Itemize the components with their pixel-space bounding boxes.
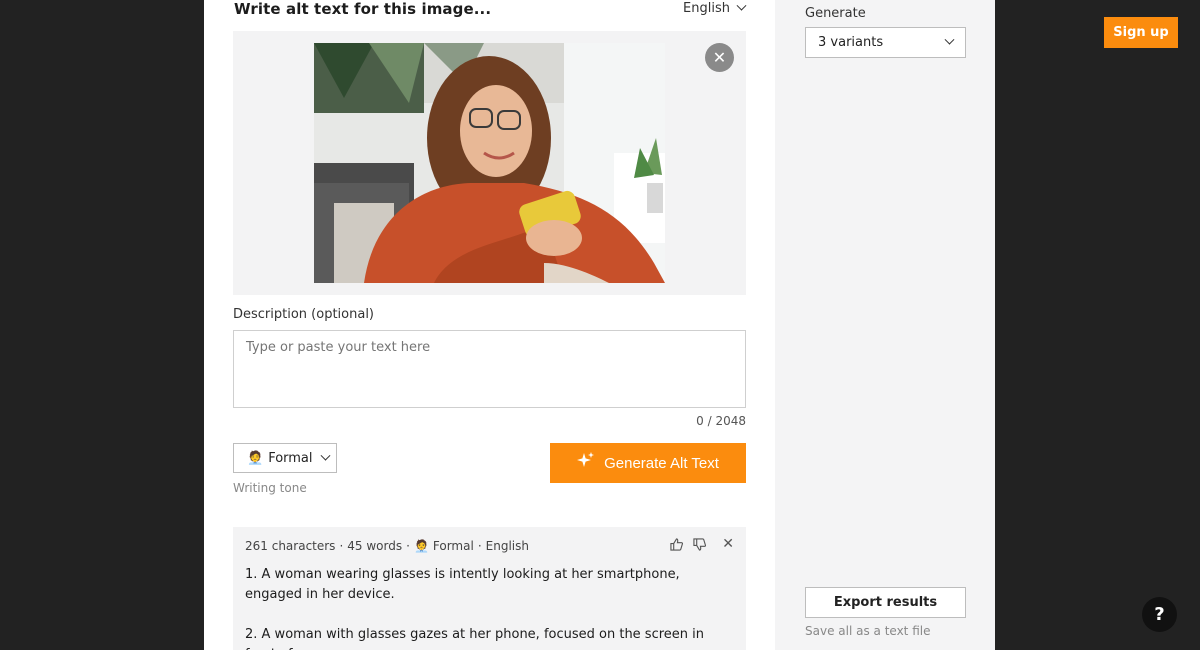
generate-button-label: Generate Alt Text <box>604 454 719 472</box>
chevron-down-icon <box>320 450 330 461</box>
separator-dot: · <box>477 539 482 553</box>
description-label: Description (optional) <box>233 307 375 322</box>
generate-alt-text-button[interactable]: Generate Alt Text <box>550 443 746 483</box>
remove-image-button[interactable]: ✕ <box>705 43 734 72</box>
character-count: 261 characters <box>245 539 336 553</box>
image-preview-area: ✕ <box>233 31 746 295</box>
variants-value: 3 variants <box>818 35 884 50</box>
close-icon: ✕ <box>712 48 727 67</box>
tone-value: Formal <box>268 450 313 466</box>
close-icon[interactable]: ✕ <box>722 536 734 552</box>
main-panel: Write alt text for this image... English <box>204 0 775 650</box>
result-tone: Formal <box>432 539 474 553</box>
page-title: Write alt text for this image... <box>234 0 492 18</box>
export-results-button[interactable]: Export results <box>805 587 966 618</box>
tone-selector[interactable]: 🧑‍💼 Formal <box>233 443 337 473</box>
result-card: 261 characters · 45 words · 🧑‍💼 Formal ·… <box>233 527 746 650</box>
separator-dot: · <box>406 539 410 553</box>
variants-dropdown[interactable]: 3 variants <box>805 27 966 58</box>
sparkle-icon <box>577 452 595 474</box>
photo-illustration <box>314 43 665 283</box>
description-input[interactable] <box>233 330 746 408</box>
language-value: English <box>683 1 730 16</box>
variant-text: 1. A woman wearing glasses is intently l… <box>245 567 680 602</box>
character-counter: 0 / 2048 <box>696 414 746 428</box>
word-count: 45 words <box>347 539 403 553</box>
settings-sidebar: Generate 3 variants Export results Save … <box>775 0 995 650</box>
generate-label: Generate <box>805 6 866 21</box>
tone-label: Writing tone <box>233 481 307 495</box>
sign-up-button[interactable]: Sign up <box>1104 17 1178 48</box>
chevron-down-icon <box>944 34 955 45</box>
variant-text: 2. A woman with glasses gazes at her pho… <box>245 627 705 650</box>
language-selector[interactable]: English <box>683 0 747 16</box>
help-button[interactable]: ? <box>1142 597 1177 632</box>
result-meta: 261 characters · 45 words · 🧑‍💼 Formal ·… <box>245 539 734 553</box>
tone-emoji: 🧑‍💼 <box>247 450 264 466</box>
separator-dot: · <box>339 539 344 553</box>
result-actions: ✕ <box>670 536 734 552</box>
uploaded-photo <box>314 43 665 283</box>
export-hint: Save all as a text file <box>805 624 931 638</box>
thumbs-up-icon[interactable] <box>670 537 684 551</box>
thumbs-down-icon[interactable] <box>693 537 707 551</box>
result-tone-emoji: 🧑‍💼 <box>413 539 429 553</box>
chevron-down-icon <box>736 0 747 11</box>
result-language: English <box>485 539 529 553</box>
